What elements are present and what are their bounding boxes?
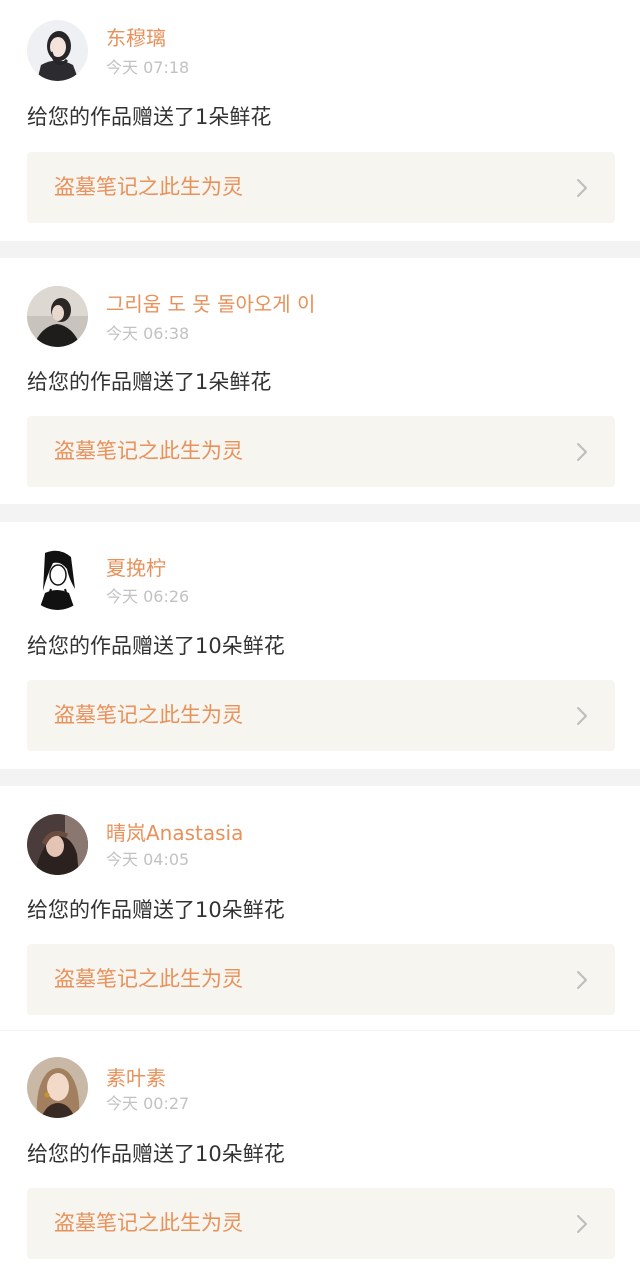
work-title: 盗墓笔记之此生为灵 — [54, 175, 243, 199]
work-link-button[interactable]: 盗墓笔记之此生为灵 — [27, 152, 615, 223]
chevron-right-icon — [577, 179, 587, 197]
username[interactable]: 东穆璃 — [106, 24, 166, 52]
flower-notification-feed: 东穆璃 今天 07:18 给您的作品赠送了1朵鲜花 盗墓笔记之此生为灵 그리움 … — [0, 0, 640, 1278]
work-title: 盗墓笔记之此生为灵 — [54, 1211, 243, 1235]
gift-message: 给您的作品赠送了10朵鲜花 — [27, 898, 285, 922]
timestamp: 今天 07:18 — [106, 58, 190, 77]
username[interactable]: 그리움 도 못 돌아오게 이 — [106, 290, 315, 318]
notification-card: 晴岚Anastasia 今天 04:05 给您的作品赠送了10朵鲜花 盗墓笔记之… — [0, 786, 640, 1030]
user-avatar-icon[interactable] — [27, 286, 88, 347]
gift-message: 给您的作品赠送了1朵鲜花 — [27, 105, 272, 129]
gift-message: 给您的作品赠送了1朵鲜花 — [27, 370, 272, 394]
chevron-right-icon — [577, 707, 587, 725]
timestamp: 今天 00:27 — [106, 1094, 190, 1113]
work-link-button[interactable]: 盗墓笔记之此生为灵 — [27, 1188, 615, 1259]
notification-card: 그리움 도 못 돌아오게 이 今天 06:38 给您的作品赠送了1朵鲜花 盗墓笔… — [0, 258, 640, 504]
user-avatar-icon[interactable] — [27, 814, 88, 875]
username[interactable]: 素叶素 — [106, 1064, 166, 1092]
user-avatar-icon[interactable] — [27, 1057, 88, 1118]
work-title: 盗墓笔记之此生为灵 — [54, 967, 243, 991]
chevron-right-icon — [577, 1215, 587, 1233]
work-link-button[interactable]: 盗墓笔记之此生为灵 — [27, 416, 615, 487]
notification-card: 东穆璃 今天 07:18 给您的作品赠送了1朵鲜花 盗墓笔记之此生为灵 — [0, 0, 640, 241]
timestamp: 今天 06:26 — [106, 587, 190, 606]
timestamp: 今天 06:38 — [106, 324, 190, 343]
gift-message: 给您的作品赠送了10朵鲜花 — [27, 634, 285, 658]
user-avatar-icon[interactable] — [27, 549, 88, 610]
username[interactable]: 晴岚Anastasia — [106, 819, 243, 847]
gift-message: 给您的作品赠送了10朵鲜花 — [27, 1142, 285, 1166]
work-title: 盗墓笔记之此生为灵 — [54, 439, 243, 463]
chevron-right-icon — [577, 443, 587, 461]
work-title: 盗墓笔记之此生为灵 — [54, 703, 243, 727]
work-link-button[interactable]: 盗墓笔记之此生为灵 — [27, 680, 615, 751]
notification-card: 夏挽柠 今天 06:26 给您的作品赠送了10朵鲜花 盗墓笔记之此生为灵 — [0, 522, 640, 769]
chevron-right-icon — [577, 971, 587, 989]
timestamp: 今天 04:05 — [106, 850, 190, 869]
user-avatar-icon[interactable] — [27, 20, 88, 81]
username[interactable]: 夏挽柠 — [106, 554, 166, 582]
work-link-button[interactable]: 盗墓笔记之此生为灵 — [27, 944, 615, 1015]
notification-card: 素叶素 今天 00:27 给您的作品赠送了10朵鲜花 盗墓笔记之此生为灵 — [0, 1031, 640, 1278]
